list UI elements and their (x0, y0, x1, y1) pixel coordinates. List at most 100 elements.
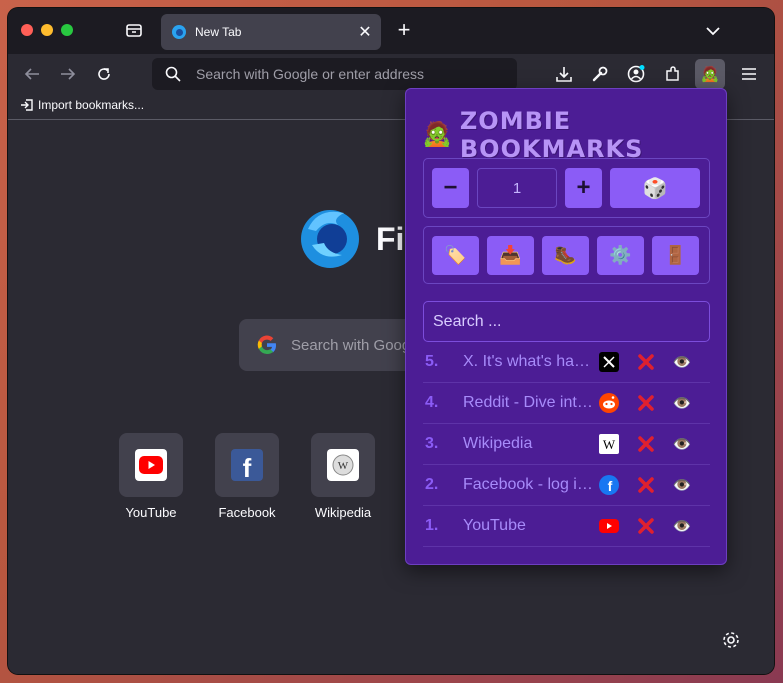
action-buttons: 🏷️ 📥 🥾 ⚙️ 🚪 (423, 226, 710, 284)
popup-title: ZOMBIE BOOKMARKS (459, 107, 644, 163)
delete-icon[interactable] (635, 392, 657, 414)
bookmark-row[interactable]: 1. YouTube 👁️ (423, 506, 710, 547)
svg-text:W: W (338, 460, 349, 472)
account-icon (627, 65, 645, 83)
svg-text:f: f (608, 478, 613, 494)
bookmark-number: 1. (425, 517, 439, 534)
bookmark-title[interactable]: Wikipedia (463, 435, 593, 453)
count-field[interactable]: 1 (477, 168, 557, 208)
bookmark-row[interactable]: 3. Wikipedia W 👁️ (423, 424, 710, 465)
eye-icon[interactable]: 👁️ (671, 392, 693, 414)
label-tag-icon: 🏷️ (444, 245, 467, 265)
import-icon (21, 99, 33, 111)
top-site-label: Wikipedia (314, 505, 372, 520)
bookmark-title[interactable]: Reddit - Dive into anything (463, 394, 593, 412)
inbox-button[interactable]: 📥 (487, 236, 534, 275)
bookmark-row[interactable]: 4. Reddit - Dive into anything 👁️ (423, 383, 710, 424)
forward-button[interactable] (54, 60, 82, 88)
decrement-button[interactable]: − (432, 168, 469, 208)
delete-icon[interactable] (635, 515, 657, 537)
close-window-button[interactable] (21, 24, 33, 36)
arrow-right-icon (61, 68, 76, 80)
eye-icon[interactable]: 👁️ (671, 474, 693, 496)
inbox-tray-icon: 📥 (499, 245, 522, 265)
label-button[interactable]: 🏷️ (432, 236, 479, 275)
bookmark-title[interactable]: X. It's what's happening (463, 353, 593, 371)
delete-icon[interactable] (635, 351, 657, 373)
address-bar[interactable] (152, 58, 517, 90)
search-icon (165, 66, 181, 82)
account-button[interactable] (622, 60, 650, 88)
random-button[interactable]: 🎲 (610, 168, 700, 208)
downloads-button[interactable] (550, 60, 578, 88)
kick-button[interactable]: 🥾 (542, 236, 589, 275)
svg-text:W: W (603, 437, 616, 452)
top-site-tile[interactable] (119, 433, 183, 497)
top-site-facebook[interactable]: f Facebook (207, 433, 287, 520)
top-site-wikipedia[interactable]: W Wikipedia (303, 433, 383, 520)
bookmark-number: 4. (425, 394, 439, 411)
bookmark-title[interactable]: Facebook - log in or sign up (463, 476, 593, 494)
top-site-label: Facebook (218, 505, 276, 520)
increment-button[interactable]: + (565, 168, 602, 208)
bookmark-title[interactable]: YouTube (463, 517, 593, 535)
count-controls: − 1 + 🎲 (423, 158, 710, 218)
youtube-icon (599, 516, 619, 536)
x-icon (599, 352, 619, 372)
minimize-window-button[interactable] (41, 24, 53, 36)
exit-button[interactable]: 🚪 (652, 236, 699, 275)
address-input[interactable] (196, 66, 517, 82)
wikipedia-icon: W (327, 449, 359, 481)
menu-button[interactable] (735, 60, 763, 88)
google-icon (257, 335, 277, 355)
zombie-icon: 🧟 (422, 121, 452, 148)
eye-icon[interactable]: 👁️ (671, 515, 693, 537)
import-bookmarks-button[interactable]: Import bookmarks... (20, 98, 144, 112)
facebook-icon: f (231, 449, 263, 483)
download-icon (556, 67, 572, 82)
reload-button[interactable] (90, 60, 118, 88)
firefox-logo-icon (301, 210, 359, 268)
boot-icon: 🥾 (554, 245, 577, 265)
bookmark-search-input[interactable] (423, 301, 710, 342)
hamburger-menu-icon (742, 68, 756, 80)
newtab-search-placeholder: Search with Goog (291, 336, 411, 354)
wikipedia-icon: W (599, 434, 619, 454)
door-icon: 🚪 (664, 245, 687, 265)
top-site-tile[interactable]: W (311, 433, 375, 497)
zombie-extension-button[interactable]: 🧟 (695, 59, 725, 89)
bookmark-row[interactable]: 2. Facebook - log in or sign up f 👁️ (423, 465, 710, 506)
top-site-youtube[interactable]: YouTube (111, 433, 191, 520)
popup-header: 🧟 ZOMBIE BOOKMARKS (422, 107, 726, 163)
top-site-label: YouTube (125, 505, 177, 520)
arrow-left-icon (24, 68, 39, 80)
gear-icon: ⚙️ (609, 245, 632, 265)
new-tab-button[interactable]: + (392, 17, 416, 42)
bookmark-row[interactable]: 5. X. It's what's happening 👁️ (423, 342, 710, 383)
reddit-icon (599, 393, 619, 413)
extensions-button[interactable] (659, 60, 687, 88)
delete-icon[interactable] (635, 433, 657, 455)
bookmark-number: 2. (425, 476, 439, 493)
tab-close-icon[interactable]: ✕ (353, 20, 377, 44)
tab-new-tab[interactable]: New Tab ✕ (161, 14, 381, 50)
chevron-down-icon[interactable] (702, 20, 724, 42)
back-button[interactable] (18, 60, 46, 88)
settings-button[interactable]: ⚙️ (597, 236, 644, 275)
maximize-window-button[interactable] (61, 24, 73, 36)
eye-icon[interactable]: 👁️ (671, 433, 693, 455)
delete-icon[interactable] (635, 474, 657, 496)
firefox-wordmark: Fi (376, 221, 405, 257)
facebook-icon: f (599, 475, 619, 495)
import-bookmarks-label: Import bookmarks... (38, 98, 145, 112)
bookmark-number: 5. (425, 353, 439, 370)
zombie-icon: 🧟 (700, 66, 720, 83)
devtools-button[interactable] (586, 60, 614, 88)
top-site-tile[interactable]: f (215, 433, 279, 497)
tab-strip: New Tab ✕ + (8, 8, 774, 54)
puzzle-icon (666, 66, 679, 81)
gear-icon[interactable] (721, 630, 741, 650)
dice-icon: 🎲 (642, 177, 668, 200)
firefox-view-icon[interactable] (124, 20, 144, 40)
eye-icon[interactable]: 👁️ (671, 351, 693, 373)
